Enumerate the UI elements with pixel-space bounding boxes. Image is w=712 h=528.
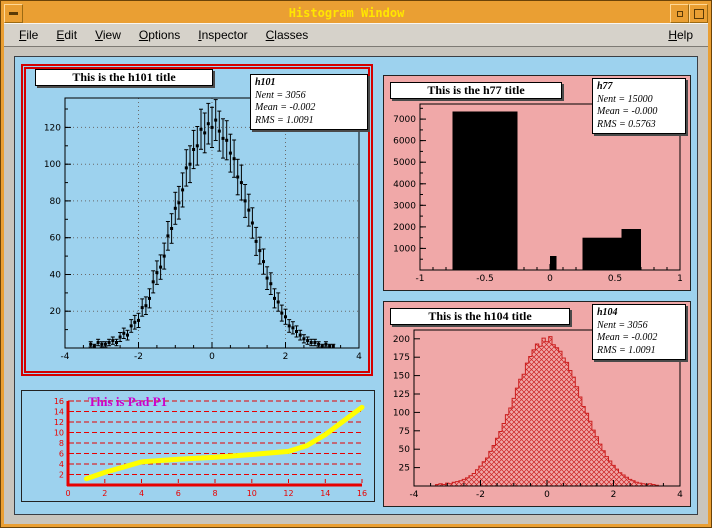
svg-text:12: 12 — [283, 489, 293, 498]
stats-line: Nent = 3056 — [597, 320, 681, 333]
maximize-icon — [694, 9, 704, 19]
window-titlebar[interactable]: Histogram Window — [4, 4, 708, 23]
svg-text:40: 40 — [50, 271, 62, 281]
p1-plot[interactable]: 0246810121416246810121416 — [22, 391, 374, 501]
stats-hist-name: h77 — [597, 81, 681, 94]
menu-item-file[interactable]: File — [10, 26, 47, 44]
h77-title-box[interactable]: This is the h77 title — [390, 82, 562, 99]
svg-text:2: 2 — [59, 471, 64, 480]
pad-h77[interactable]: -1-0.500.511000200030004000500060007000 … — [383, 75, 691, 291]
svg-text:150: 150 — [393, 372, 410, 382]
svg-text:4: 4 — [139, 489, 144, 498]
menu-item-inspector[interactable]: Inspector — [189, 26, 256, 44]
svg-text:100: 100 — [44, 160, 61, 170]
svg-text:4000: 4000 — [393, 180, 416, 190]
svg-text:16: 16 — [357, 489, 367, 498]
svg-text:4: 4 — [356, 352, 362, 362]
svg-text:5000: 5000 — [393, 158, 416, 168]
svg-text:0: 0 — [547, 274, 553, 284]
menu-item-edit[interactable]: Edit — [47, 26, 86, 44]
svg-text:0: 0 — [544, 490, 550, 500]
svg-text:80: 80 — [50, 197, 62, 207]
svg-text:-4: -4 — [410, 490, 419, 500]
app-window: Histogram Window File Edit View Options … — [0, 0, 712, 528]
svg-text:60: 60 — [50, 234, 62, 244]
pad-h104[interactable]: -4 -2 0 2 4 25 50 75 100 125 150 175 200 This is the… — [383, 301, 691, 507]
stats-line: Mean = -0.002 — [255, 102, 363, 115]
stats-line: Mean = -0.000 — [597, 106, 681, 119]
svg-text:200: 200 — [393, 335, 410, 345]
svg-text:3000: 3000 — [393, 201, 416, 211]
svg-text:0: 0 — [65, 489, 70, 498]
svg-text:7000: 7000 — [393, 115, 416, 125]
svg-text:25: 25 — [399, 464, 410, 474]
svg-text:2: 2 — [283, 352, 289, 362]
root-canvas[interactable]: -4-202420406080100120 This is the h101 t… — [14, 56, 698, 515]
stats-line: Nent = 3056 — [255, 90, 363, 103]
h101-title-box[interactable]: This is the h101 title — [35, 69, 213, 86]
svg-text:175: 175 — [393, 353, 410, 363]
svg-text:2: 2 — [102, 489, 107, 498]
stats-line: RMS = 0.5763 — [597, 119, 681, 132]
svg-text:6000: 6000 — [393, 137, 416, 147]
maximize-button[interactable] — [689, 4, 708, 23]
stats-hist-name: h101 — [255, 77, 363, 90]
svg-text:20: 20 — [50, 307, 62, 317]
svg-text:1000: 1000 — [393, 244, 416, 254]
svg-text:8: 8 — [212, 489, 217, 498]
h77-stats-box[interactable]: h77 Nent = 15000 Mean = -0.000 RMS = 0.5… — [592, 78, 686, 134]
menu-item-view[interactable]: View — [86, 26, 130, 44]
svg-text:-2: -2 — [476, 490, 485, 500]
svg-text:14: 14 — [54, 408, 64, 417]
iconify-icon — [677, 11, 683, 17]
svg-text:1: 1 — [677, 274, 683, 284]
stats-line: RMS = 1.0091 — [255, 115, 363, 128]
svg-text:10: 10 — [54, 429, 64, 438]
pad-p1[interactable]: 0246810121416246810121416 This is Pad P1 — [21, 390, 375, 502]
svg-text:8: 8 — [59, 439, 64, 448]
svg-text:0: 0 — [209, 352, 215, 362]
stats-hist-name: h104 — [597, 307, 681, 320]
iconify-button[interactable] — [670, 4, 689, 23]
window-menu-button[interactable] — [4, 4, 23, 23]
svg-text:125: 125 — [393, 390, 410, 400]
svg-text:16: 16 — [54, 397, 64, 406]
stats-line: RMS = 1.0091 — [597, 345, 681, 358]
svg-text:4: 4 — [677, 490, 683, 500]
svg-text:10: 10 — [247, 489, 257, 498]
menu-item-classes[interactable]: Classes — [257, 26, 318, 44]
svg-text:-2: -2 — [134, 352, 143, 362]
svg-text:-4: -4 — [61, 352, 70, 362]
svg-text:120: 120 — [44, 123, 61, 133]
svg-text:75: 75 — [399, 427, 410, 437]
window-content: -4-202420406080100120 This is the h101 t… — [4, 47, 708, 524]
h104-title-box[interactable]: This is the h104 title — [390, 308, 570, 325]
menu-item-options[interactable]: Options — [130, 26, 189, 44]
svg-text:-1: -1 — [416, 274, 425, 284]
menu-bar: File Edit View Options Inspector Classes… — [4, 23, 708, 47]
pad-h101[interactable]: -4 -2 0 2 4 20 40 60 80 100 120 This is the h101 t… — [21, 64, 373, 376]
window-title: Histogram Window — [23, 4, 670, 23]
h101-stats-box[interactable]: h101 Nent = 3056 Mean = -0.002 RMS = 1.0… — [250, 74, 368, 130]
svg-text:-0.5: -0.5 — [476, 274, 494, 284]
stats-line: Nent = 15000 — [597, 94, 681, 107]
menu-item-help[interactable]: Help — [659, 26, 702, 44]
svg-text:4: 4 — [59, 460, 64, 469]
window-menu-icon — [9, 12, 18, 15]
svg-text:2: 2 — [611, 490, 617, 500]
svg-text:6: 6 — [176, 489, 181, 498]
h104-stats-box[interactable]: h104 Nent = 3056 Mean = -0.002 RMS = 1.0… — [592, 304, 686, 360]
svg-text:0.5: 0.5 — [608, 274, 622, 284]
svg-text:50: 50 — [399, 445, 411, 455]
svg-text:14: 14 — [320, 489, 330, 498]
svg-text:100: 100 — [393, 408, 410, 418]
p1-title-text: This is Pad P1 — [88, 394, 167, 410]
svg-text:2000: 2000 — [393, 223, 416, 233]
svg-text:6: 6 — [59, 450, 64, 459]
stats-line: Mean = -0.002 — [597, 332, 681, 345]
svg-text:12: 12 — [54, 418, 64, 427]
